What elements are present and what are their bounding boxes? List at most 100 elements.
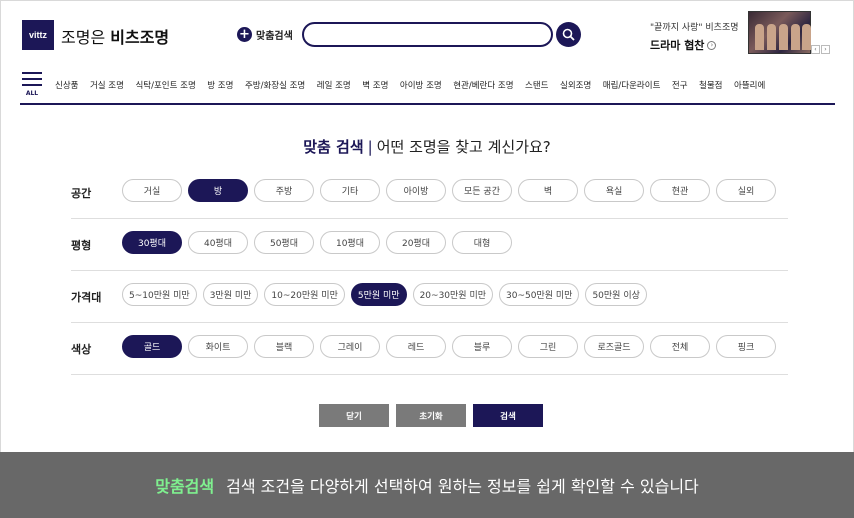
option-chip[interactable]: 거실 bbox=[122, 179, 182, 202]
logo-brand: 비츠조명 bbox=[110, 28, 170, 47]
menu-all-label: ALL bbox=[25, 90, 39, 97]
nav-item[interactable]: 아이방 조명 bbox=[400, 79, 442, 91]
nav-item[interactable]: 매립/다운라이트 bbox=[603, 79, 661, 91]
nav-item[interactable]: 전구 bbox=[672, 79, 688, 91]
option-chip[interactable]: 욕실 bbox=[584, 179, 644, 202]
option-chip[interactable]: 로즈골드 bbox=[584, 335, 644, 358]
filter-label: 색상 bbox=[71, 343, 92, 356]
option-chip[interactable]: 20평대 bbox=[386, 231, 446, 254]
option-chip[interactable]: 블루 bbox=[452, 335, 512, 358]
filter-row-color: 색상 골드 화이트 블랙 그레이 레드 블루 그린 로즈골드 전체 핑크 bbox=[71, 324, 788, 375]
custom-search-button[interactable]: + 맞춤검색 bbox=[237, 27, 293, 42]
nav-item[interactable]: 레일 조명 bbox=[317, 79, 351, 91]
nav-item[interactable]: 실외조명 bbox=[560, 79, 591, 91]
option-chip[interactable]: 50만원 이상 bbox=[585, 283, 647, 306]
option-chip[interactable]: 벽 bbox=[518, 179, 578, 202]
caption-highlight: 맞춤검색 bbox=[155, 477, 215, 496]
promo-image[interactable] bbox=[748, 11, 811, 54]
option-chip[interactable]: 10~20만원 미만 bbox=[264, 283, 345, 306]
figure-4 bbox=[791, 24, 800, 50]
option-chip[interactable]: 50평대 bbox=[254, 231, 314, 254]
option-chip[interactable]: 5~10만원 미만 bbox=[122, 283, 197, 306]
option-chip[interactable]: 기타 bbox=[320, 179, 380, 202]
caption-text: 검색 조건을 다양하게 선택하여 원하는 정보를 쉽게 확인할 수 있습니다 bbox=[226, 477, 699, 496]
option-chip[interactable]: 레드 bbox=[386, 335, 446, 358]
option-chip[interactable]: 현관 bbox=[650, 179, 710, 202]
menu-button[interactable]: ALL bbox=[22, 72, 42, 97]
option-chip-selected[interactable]: 30평대 bbox=[122, 231, 182, 254]
nav-item[interactable]: 신상품 bbox=[55, 79, 78, 91]
promo-prev-button[interactable]: ‹ bbox=[811, 45, 820, 54]
nav-item[interactable]: 아뜰리에 bbox=[734, 79, 765, 91]
option-chip[interactable]: 30~50만원 미만 bbox=[499, 283, 580, 306]
search-input[interactable] bbox=[302, 22, 553, 47]
logo-text[interactable]: 조명은 비츠조명 bbox=[61, 24, 169, 48]
filter-label: 공간 bbox=[71, 187, 92, 200]
category-nav: 신상품 거실 조명 식탁/포인트 조명 방 조명 주방/화장실 조명 레일 조명… bbox=[55, 79, 777, 91]
nav-item[interactable]: 거실 조명 bbox=[90, 79, 124, 91]
filter-row-price: 가격대 5~10만원 미만 3만원 미만 10~20만원 미만 5만원 미만 2… bbox=[71, 272, 788, 323]
search-button[interactable] bbox=[556, 22, 581, 47]
option-chip[interactable]: 20~30만원 미만 bbox=[412, 283, 494, 306]
figure-2 bbox=[767, 24, 776, 50]
nav-divider bbox=[20, 103, 835, 105]
option-chip[interactable]: 그린 bbox=[518, 335, 578, 358]
option-chip[interactable]: 그레이 bbox=[320, 335, 380, 358]
nav-item[interactable]: 벽 조명 bbox=[362, 79, 388, 91]
nav-item[interactable]: 스탠드 bbox=[525, 79, 548, 91]
option-chip[interactable]: 블랙 bbox=[254, 335, 314, 358]
hamburger-icon-bar bbox=[22, 84, 42, 86]
panel-actions: 닫기 초기화 검색 bbox=[319, 404, 543, 427]
panel-title: 맞춤 검색 | 어떤 조명을 찾고 계신가요? bbox=[0, 136, 854, 157]
nav-item[interactable]: 주방/화장실 조명 bbox=[245, 79, 305, 91]
option-chip[interactable]: 전체 bbox=[650, 335, 710, 358]
custom-search-label: 맞춤검색 bbox=[256, 31, 293, 42]
option-chip-selected[interactable]: 골드 bbox=[122, 335, 182, 358]
promo-subtitle: "끝까지 사랑" 비츠조명 bbox=[650, 23, 739, 33]
promo-title-text: 드라마 협찬 bbox=[650, 39, 705, 52]
filter-row-space: 공간 거실 방 주방 기타 아이방 모든 공간 벽 욕실 현관 실외 bbox=[71, 168, 788, 219]
plus-icon: + bbox=[237, 27, 252, 42]
option-chip[interactable]: 10평대 bbox=[320, 231, 380, 254]
figure-5 bbox=[802, 24, 811, 50]
promo-next-button[interactable]: › bbox=[821, 45, 830, 54]
filter-options: 30평대 40평대 50평대 10평대 20평대 대형 bbox=[122, 231, 518, 254]
panel-title-strong: 맞춤 검색 bbox=[303, 138, 364, 156]
caption-banner: 맞춤검색 검색 조건을 다양하게 선택하여 원하는 정보를 쉽게 확인할 수 있… bbox=[0, 452, 854, 518]
filter-label: 평형 bbox=[71, 239, 92, 252]
reset-button[interactable]: 초기화 bbox=[396, 404, 466, 427]
nav-item[interactable]: 식탁/포인트 조명 bbox=[135, 79, 195, 91]
logo-prefix: 조명은 bbox=[61, 28, 106, 47]
filter-label: 가격대 bbox=[71, 291, 102, 304]
hamburger-icon-bar bbox=[22, 78, 42, 80]
nav-item[interactable]: 철물점 bbox=[699, 79, 722, 91]
filter-options: 골드 화이트 블랙 그레이 레드 블루 그린 로즈골드 전체 핑크 bbox=[122, 335, 782, 358]
option-chip[interactable]: 모든 공간 bbox=[452, 179, 512, 202]
panel-title-text: 어떤 조명을 찾고 계신가요? bbox=[376, 138, 551, 156]
nav-item[interactable]: 현관/베란다 조명 bbox=[453, 79, 513, 91]
apply-search-button[interactable]: 검색 bbox=[473, 404, 543, 427]
option-chip[interactable]: 주방 bbox=[254, 179, 314, 202]
filter-options: 거실 방 주방 기타 아이방 모든 공간 벽 욕실 현관 실외 bbox=[122, 179, 782, 202]
logo-mark[interactable]: vittz bbox=[22, 20, 54, 50]
figure-1 bbox=[755, 24, 764, 50]
promo-title: 드라마 협찬 › bbox=[650, 37, 739, 53]
option-chip-selected[interactable]: 5만원 미만 bbox=[350, 283, 407, 306]
promo-banner[interactable]: "끝까지 사랑" 비츠조명 드라마 협찬 › bbox=[650, 20, 739, 53]
option-chip[interactable]: 아이방 bbox=[386, 179, 446, 202]
option-chip[interactable]: 40평대 bbox=[188, 231, 248, 254]
info-icon: › bbox=[707, 40, 717, 50]
filter-row-size: 평형 30평대 40평대 50평대 10평대 20평대 대형 bbox=[71, 220, 788, 271]
search-icon bbox=[562, 28, 575, 41]
option-chip[interactable]: 핑크 bbox=[716, 335, 776, 358]
nav-item[interactable]: 방 조명 bbox=[207, 79, 233, 91]
panel-title-separator: | bbox=[367, 138, 373, 156]
option-chip-selected[interactable]: 방 bbox=[188, 179, 248, 202]
promo-nav: ‹ › bbox=[811, 45, 830, 54]
option-chip[interactable]: 3만원 미만 bbox=[202, 283, 259, 306]
close-button[interactable]: 닫기 bbox=[319, 404, 389, 427]
option-chip[interactable]: 실외 bbox=[716, 179, 776, 202]
option-chip[interactable]: 화이트 bbox=[188, 335, 248, 358]
option-chip[interactable]: 대형 bbox=[452, 231, 512, 254]
hamburger-icon-bar bbox=[22, 72, 42, 74]
